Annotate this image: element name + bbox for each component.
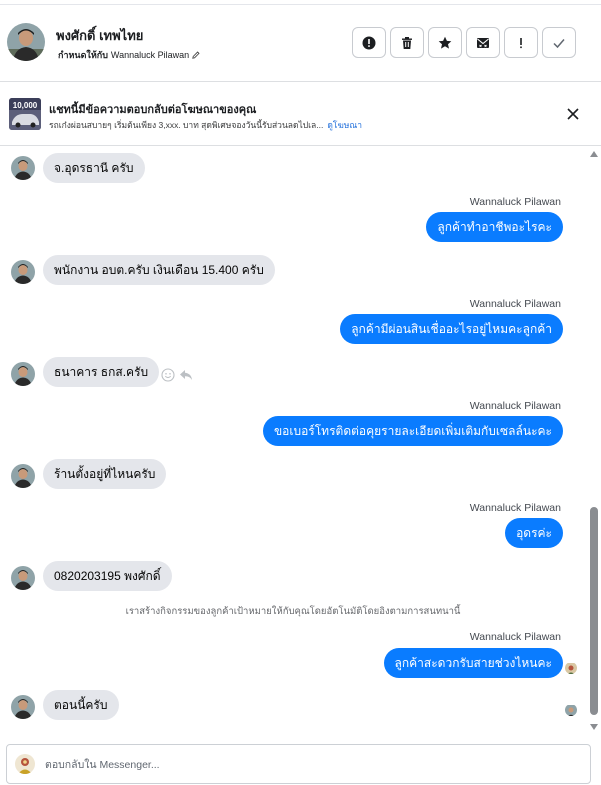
incoming-message[interactable]: 0820203195 พงศักดิ์ — [43, 561, 172, 591]
done-button[interactable] — [542, 27, 576, 58]
view-ad-link[interactable]: ดูโฆษณา — [327, 120, 362, 130]
assignment-info[interactable]: กำหนดให้กับ Wannaluck Pilawan — [58, 48, 200, 62]
sender-name: Wannaluck Pilawan — [469, 298, 561, 310]
outgoing-message[interactable]: ลูกค้ามีผ่อนสินเชื่ออะไรอยู่ไหมคะลูกค้า — [340, 314, 563, 344]
scroll-thumb[interactable] — [590, 507, 598, 715]
reply-icon[interactable] — [179, 368, 193, 382]
spam-button[interactable] — [352, 27, 386, 58]
contact-avatar-small — [11, 362, 35, 386]
thread-scrollbar[interactable] — [587, 147, 601, 737]
ad-thumbnail[interactable]: 10,000 — [9, 98, 41, 130]
contact-avatar-small — [11, 156, 35, 180]
incoming-message[interactable]: ธนาคาร ธกส.ครับ — [43, 357, 160, 387]
exclamation-icon — [520, 37, 522, 48]
message-thread[interactable]: จ.อุดรธานี ครับ Wannaluck Pilawan ลูกค้า… — [0, 147, 586, 735]
sender-name: Wannaluck Pilawan — [469, 631, 561, 643]
system-notice: เราสร้างกิจกรรมของลูกค้าเป้าหมายให้กับคุ… — [125, 606, 461, 617]
outgoing-message[interactable]: ลูกค้าสะดวกรับสายช่วงไหนคะ — [383, 648, 563, 678]
pencil-icon[interactable] — [192, 51, 200, 59]
incoming-message[interactable]: พนักงาน อบต.ครับ เงินเดือน 15.400 ครับ — [43, 255, 275, 285]
delete-button[interactable] — [390, 27, 424, 58]
sender-name: Wannaluck Pilawan — [469, 400, 561, 412]
outgoing-message[interactable]: ลูกค้าทำอาชีพอะไรคะ — [426, 212, 563, 242]
ad-thumb-text: 10,000 — [13, 101, 38, 110]
check-icon — [553, 38, 565, 48]
assign-prefix: กำหนดให้กับ — [58, 50, 108, 60]
contact-name[interactable]: พงศักดิ์ เทพไทย — [56, 25, 143, 46]
ad-subtitle-text: รถเก๋งผ่อนสบายๆ เริ่มต้นเพียง 3,xxx. บาท… — [49, 120, 324, 130]
seen-avatar — [565, 662, 577, 674]
assignee-name: Wannaluck Pilawan — [110, 50, 190, 60]
ad-title: แชทนี้มีข้อความตอบกลับต่อโฆษณาของคุณ — [49, 104, 257, 116]
scroll-down-arrow[interactable] — [590, 724, 598, 730]
flag-button[interactable] — [504, 27, 538, 58]
contact-avatar[interactable] — [7, 23, 45, 61]
star-button[interactable] — [428, 27, 462, 58]
sender-name: Wannaluck Pilawan — [469, 502, 561, 514]
outgoing-message[interactable]: อุดรค่ะ — [505, 518, 563, 548]
outgoing-message[interactable]: ขอเบอร์โทรติดต่อคุยรายละเอียดเพิ่มเติมกั… — [262, 416, 563, 446]
scroll-up-arrow[interactable] — [590, 151, 598, 157]
contact-avatar-small — [11, 566, 35, 590]
ad-subtitle: รถเก๋งผ่อนสบายๆ เริ่มต้นเพียง 3,xxx. บาท… — [49, 118, 362, 132]
reply-composer — [6, 744, 591, 784]
reply-input[interactable] — [45, 755, 565, 775]
trash-icon — [402, 36, 412, 49]
close-icon[interactable] — [565, 106, 581, 122]
conversation-header: พงศักดิ์ เทพไทย กำหนดให้กับ Wannaluck Pi… — [0, 0, 601, 82]
contact-avatar-small — [11, 260, 35, 284]
seen-avatar — [565, 704, 577, 716]
contact-avatar-small — [11, 464, 35, 488]
page-avatar — [15, 754, 35, 774]
incoming-message[interactable]: ตอนนี้ครับ — [43, 690, 119, 720]
sender-name: Wannaluck Pilawan — [469, 196, 561, 208]
emoji-react-icon[interactable] — [161, 368, 175, 382]
contact-avatar-small — [11, 695, 35, 719]
archive-button[interactable] — [466, 27, 500, 58]
action-toolbar — [352, 27, 576, 58]
incoming-message[interactable]: ร้านตั้งอยู่ที่ไหนครับ — [43, 459, 167, 489]
envelope-x-icon — [477, 37, 489, 48]
message-actions — [161, 368, 193, 382]
star-icon — [438, 36, 452, 49]
incoming-message[interactable]: จ.อุดรธานี ครับ — [43, 153, 145, 183]
ad-reply-banner: 10,000 แชทนี้มีข้อความตอบกลับต่อโฆษณาของ… — [0, 82, 601, 146]
alert-circle-icon — [362, 36, 376, 49]
divider — [0, 4, 601, 5]
